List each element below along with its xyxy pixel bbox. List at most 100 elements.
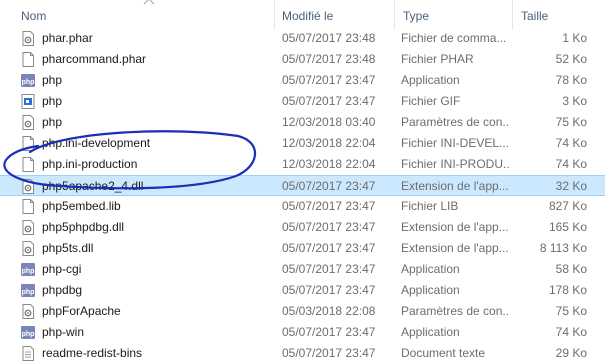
php-app-icon: php [21, 263, 35, 276]
file-type: Fichier PHAR [401, 52, 474, 66]
file-name: php5apache2_4.dll [42, 179, 144, 193]
gif-image-icon [21, 94, 35, 109]
column-divider[interactable] [274, 0, 275, 30]
file-modified-date: 05/03/2018 22:08 [282, 304, 376, 318]
file-name: php5ts.dll [42, 241, 94, 255]
file-size: 3 Ko [562, 94, 587, 108]
file-row[interactable]: php php-cgi 05/07/2017 23:47 Application 58 … [0, 259, 605, 280]
file-size: 58 Ko [555, 262, 587, 276]
file-type: Document texte [401, 346, 486, 360]
file-type: Extension de l'app... [401, 220, 509, 234]
file-row[interactable]: readme-redist-bins 05/07/2017 23:47 Docume… [0, 343, 605, 364]
file-type: Application [401, 262, 460, 276]
file-row[interactable]: php php-win 05/07/2017 23:47 Application 74 … [0, 322, 605, 343]
svg-text:php: php [22, 79, 35, 86]
doc-icon [22, 136, 34, 151]
file-row[interactable]: phpForApache 05/03/2018 22:08 Paramètres d… [0, 301, 605, 322]
column-divider[interactable] [512, 0, 513, 30]
file-type: Fichier GIF [401, 94, 461, 108]
settings-doc-icon [22, 115, 34, 130]
file-row[interactable]: php 12/03/2018 03:40 Paramètres de con... 7… [0, 112, 605, 133]
file-row[interactable]: phar.phar 05/07/2017 23:48 Fichier de comm… [0, 28, 605, 49]
file-size: 29 Ko [555, 346, 587, 360]
svg-text:php: php [22, 268, 35, 275]
file-row[interactable]: php5apache2_4.dll 05/07/2017 23:47 Extensi… [0, 175, 605, 196]
file-name: php [42, 94, 63, 108]
file-row[interactable]: php.ini-development 12/03/2018 22:04 Fichi… [0, 133, 605, 154]
file-modified-date: 05/07/2017 23:48 [282, 52, 376, 66]
file-size: 74 Ko [555, 136, 587, 150]
svg-text:php: php [22, 331, 35, 338]
doc-icon [22, 52, 34, 67]
file-modified-date: 12/03/2018 22:04 [282, 136, 376, 150]
column-header-date[interactable]: Modifié le [282, 8, 333, 24]
file-name: phar.phar [42, 31, 93, 45]
column-header-name[interactable]: Nom [21, 8, 46, 24]
column-divider[interactable] [394, 0, 395, 30]
file-name: php-win [42, 325, 85, 339]
file-modified-date: 05/07/2017 23:47 [282, 73, 376, 87]
file-name: php [42, 73, 63, 87]
file-row[interactable]: php5embed.lib 05/07/2017 23:47 Fichier LIB… [0, 196, 605, 217]
file-row[interactable]: php5phpdbg.dll 05/07/2017 23:47 Extension … [0, 217, 605, 238]
file-modified-date: 12/03/2018 22:04 [282, 157, 376, 171]
file-size: 32 Ko [555, 179, 587, 193]
file-modified-date: 05/07/2017 23:47 [282, 283, 376, 297]
file-name: readme-redist-bins [42, 346, 143, 360]
file-name: php5phpdbg.dll [42, 220, 125, 234]
column-header-bar: Nom Modifié le Type Taille [0, 0, 605, 30]
file-type: Paramètres de con... [401, 304, 509, 318]
file-row[interactable]: php5ts.dll 05/07/2017 23:47 Extension de l… [0, 238, 605, 259]
file-modified-date: 05/07/2017 23:47 [282, 199, 376, 213]
file-name: phpdbg [42, 283, 83, 297]
file-type: Application [401, 73, 460, 87]
dll-icon [22, 220, 34, 235]
file-row[interactable]: php php 05/07/2017 23:47 Application 78 Ko [0, 70, 605, 91]
file-name: php5embed.lib [42, 199, 121, 213]
file-name: phpForApache [42, 304, 121, 318]
gear-doc-icon [22, 31, 34, 46]
file-type: Fichier INI-DEVEL... [401, 136, 509, 150]
file-type: Fichier de comma... [401, 31, 507, 45]
file-size: 52 Ko [555, 52, 587, 66]
file-row[interactable]: php.ini-production 12/03/2018 22:04 Fichie… [0, 154, 605, 175]
file-type: Paramètres de con... [401, 115, 509, 129]
file-row[interactable]: pharcommand.phar 05/07/2017 23:48 Fichier … [0, 49, 605, 70]
file-type: Application [401, 325, 460, 339]
php-app-icon: php [21, 284, 35, 297]
file-size: 1 Ko [562, 31, 587, 45]
text-doc-icon [22, 346, 34, 361]
file-name: php.ini-production [42, 157, 138, 171]
file-size: 75 Ko [555, 304, 587, 318]
file-size: 827 Ko [548, 199, 587, 213]
file-type: Fichier INI-PRODU... [401, 157, 509, 171]
doc-icon [22, 157, 34, 172]
svg-text:php: php [22, 289, 35, 296]
file-size: 78 Ko [555, 73, 587, 87]
file-size: 8 113 Ko [539, 241, 587, 255]
file-name: php-cgi [42, 262, 82, 276]
file-modified-date: 05/07/2017 23:48 [282, 31, 376, 45]
file-type: Extension de l'app... [401, 241, 509, 255]
file-size: 74 Ko [555, 157, 587, 171]
file-modified-date: 05/07/2017 23:47 [282, 262, 376, 276]
settings-doc-icon [22, 304, 34, 319]
file-size: 178 Ko [548, 283, 587, 297]
file-name: php [42, 115, 63, 129]
file-name: pharcommand.phar [42, 52, 147, 66]
file-row[interactable]: php phpdbg 05/07/2017 23:47 Application 178 … [0, 280, 605, 301]
file-type: Extension de l'app... [401, 179, 509, 193]
file-modified-date: 12/03/2018 03:40 [282, 115, 376, 129]
php-app-icon: php [21, 74, 35, 87]
dll-icon [22, 179, 34, 194]
file-size: 165 Ko [548, 220, 587, 234]
file-modified-date: 05/07/2017 23:47 [282, 346, 376, 360]
column-header-size[interactable]: Taille [521, 8, 548, 24]
php-app-icon: php [21, 326, 35, 339]
file-modified-date: 05/07/2017 23:47 [282, 179, 376, 193]
file-row[interactable]: php 05/07/2017 23:47 Fichier GIF 3 Ko [0, 91, 605, 112]
file-size: 75 Ko [555, 115, 587, 129]
column-header-type[interactable]: Type [403, 8, 429, 24]
file-name: php.ini-development [42, 136, 151, 150]
file-modified-date: 05/07/2017 23:47 [282, 325, 376, 339]
